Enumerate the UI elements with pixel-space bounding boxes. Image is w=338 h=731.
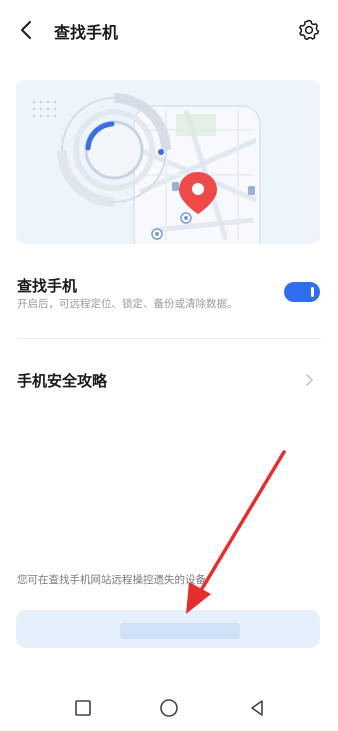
divider: [17, 338, 321, 339]
top-bar: 查找手机: [0, 0, 338, 62]
toggle-knob: [311, 287, 314, 297]
remote-control-note: 您可在查找手机网站远程操控遗失的设备:: [17, 574, 210, 586]
find-phone-title: 查找手机: [17, 277, 78, 295]
triangle-back-icon[interactable]: [243, 694, 271, 722]
find-phone-website-button[interactable]: [16, 610, 320, 648]
gear-icon[interactable]: [296, 17, 322, 43]
security-guide-title: 手机安全攻略: [17, 372, 108, 390]
chevron-right-icon: [306, 374, 313, 386]
find-phone-row: 查找手机 开启后，可远程定位、锁定、备份或清除数据。: [0, 266, 338, 326]
security-guide-row[interactable]: 手机安全攻略: [0, 358, 338, 404]
circle-icon[interactable]: [155, 694, 183, 722]
page-title: 查找手机: [54, 23, 119, 42]
find-phone-illustration: [16, 80, 320, 244]
find-phone-toggle[interactable]: [284, 282, 320, 302]
system-nav-bar: [0, 690, 338, 731]
find-phone-description: 开启后，可远程定位、锁定、备份或清除数据。: [17, 298, 238, 310]
back-arrow-icon[interactable]: [14, 17, 40, 43]
illustration-graphic: [32, 93, 261, 244]
square-icon[interactable]: [69, 694, 97, 722]
website-link-blurred: [120, 623, 240, 639]
